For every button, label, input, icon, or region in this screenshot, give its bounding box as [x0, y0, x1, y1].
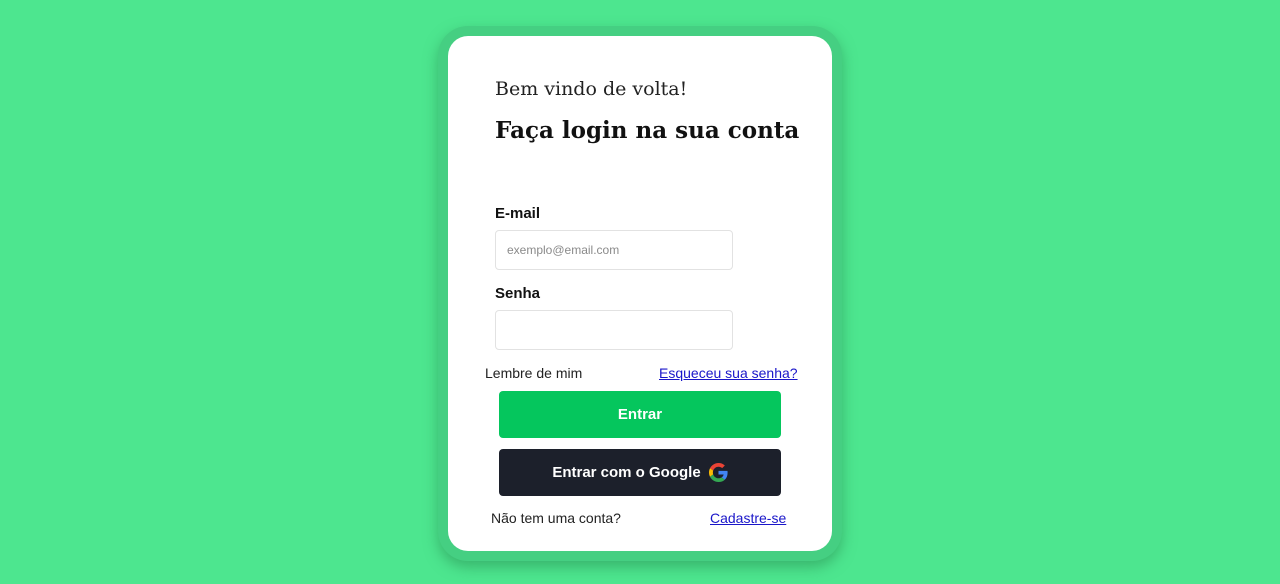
google-login-button[interactable]: Entrar com o Google	[499, 449, 781, 496]
google-g-icon	[708, 463, 728, 482]
login-card: Bem vindo de volta! Faça login na sua co…	[448, 36, 832, 551]
signup-link[interactable]: Cadastre-se	[710, 510, 786, 526]
remember-me-label[interactable]: Lembre de mim	[485, 365, 582, 381]
no-account-text: Não tem uma conta?	[491, 510, 621, 526]
google-button-label: Entrar com o Google	[552, 464, 701, 481]
email-label: E-mail	[495, 205, 541, 222]
login-button-label: Entrar	[617, 406, 663, 423]
password-field[interactable]	[495, 310, 733, 350]
page-title: Faça login na sua conta	[495, 117, 800, 144]
greeting-text: Bem vindo de volta!	[495, 78, 688, 100]
login-button[interactable]: Entrar	[499, 391, 781, 438]
email-field[interactable]	[495, 230, 733, 270]
password-label: Senha	[495, 285, 541, 302]
forgot-password-link[interactable]: Esqueceu sua senha?	[659, 365, 798, 381]
